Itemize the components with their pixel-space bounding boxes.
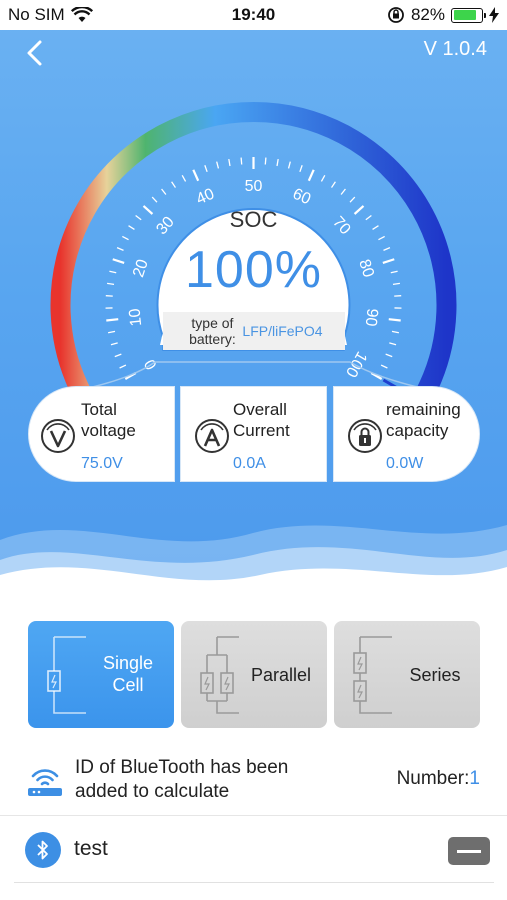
soc-value: 100% <box>185 241 322 299</box>
device-name: test <box>74 837 108 860</box>
gauge-tick-label: 40 <box>194 186 217 209</box>
gauge-tick-label: 60 <box>290 186 313 209</box>
gauge-minor-tick <box>110 342 118 346</box>
total-voltage-title: Total voltage <box>81 400 136 440</box>
bluetooth-info-text: ID of BlueTooth has been added to calcul… <box>75 757 289 802</box>
gauge-minor-tick <box>389 342 397 346</box>
gauge-minor-tick <box>349 196 356 203</box>
gauge-minor-tick <box>216 161 220 169</box>
gauge-minor-tick <box>264 157 267 165</box>
remaining-capacity-title: remaining capacity <box>386 400 461 440</box>
divider <box>14 882 494 883</box>
gauge-minor-tick <box>114 353 122 358</box>
gauge-tick-label: 10 <box>126 308 145 328</box>
gauge-minor-tick <box>204 165 208 173</box>
voltage-icon <box>41 419 75 453</box>
gauge-major-tick <box>388 318 401 322</box>
status-bar: No SIM 19:40 82% <box>0 0 507 30</box>
gauge-minor-tick <box>151 196 158 203</box>
battery-percent: 82% <box>410 5 445 24</box>
series-label: Series <box>409 665 461 685</box>
gauge-minor-tick <box>119 364 127 369</box>
gauge-minor-tick <box>240 157 243 165</box>
current-icon <box>195 419 229 453</box>
stats-row: Total voltage 75.0V Overall Current 0.0A… <box>28 386 480 482</box>
gauge-major-tick <box>307 169 315 182</box>
gauge-minor-tick <box>171 181 177 188</box>
gauge-minor-tick <box>276 158 279 167</box>
parallel-button[interactable]: Parallel <box>181 621 327 728</box>
bluetooth-count: Number:1 <box>397 768 480 790</box>
single-cell-label: Single Cell <box>102 653 154 695</box>
gauge-minor-tick <box>161 188 167 195</box>
total-voltage-card: Total voltage 75.0V <box>28 386 175 482</box>
series-button[interactable]: Series <box>334 621 480 728</box>
battery-type-value[interactable]: LFP/liFePO4 <box>242 323 322 339</box>
gauge-major-tick <box>106 318 119 322</box>
gauge-minor-tick <box>340 188 346 195</box>
gauge-minor-tick <box>320 174 326 182</box>
remaining-capacity-card: remaining capacity 0.0W <box>333 386 480 482</box>
single-cell-button[interactable]: Single Cell <box>28 621 174 728</box>
gauge-minor-tick <box>391 330 400 334</box>
connection-mode-selector: Single Cell Parallel Series <box>28 621 480 728</box>
gauge-minor-tick <box>380 364 388 369</box>
gauge-minor-tick <box>385 353 393 358</box>
charging-bolt-icon <box>489 7 499 23</box>
gauge-major-tick <box>192 169 200 182</box>
remove-device-button[interactable] <box>448 837 490 865</box>
gauge-minor-tick <box>287 161 291 169</box>
wave-decoration <box>0 525 507 620</box>
battery-icon <box>451 7 486 23</box>
parallel-label: Parallel <box>250 665 312 685</box>
gauge-minor-tick <box>228 158 231 167</box>
version-label: V 1.0.4 <box>423 38 487 60</box>
overall-current-value: 0.0A <box>233 455 266 472</box>
gauge-minor-tick <box>299 165 303 173</box>
remaining-capacity-value: 0.0W <box>386 455 424 472</box>
gauge-tick-label: 90 <box>362 308 381 328</box>
gauge-tick-label: 50 <box>245 178 263 195</box>
bluetooth-info-row: ID of BlueTooth has been added to calcul… <box>0 748 507 808</box>
capacity-lock-icon <box>348 419 382 453</box>
router-icon <box>28 769 62 796</box>
gauge-minor-tick <box>181 174 187 182</box>
orientation-lock-icon <box>388 7 404 23</box>
battery-type-selector[interactable]: type of battery: LFP/liFePO4 <box>163 312 345 350</box>
battery-type-label: type of battery: <box>189 315 236 347</box>
overall-current-title: Overall Current <box>233 400 290 440</box>
gauge-minor-tick <box>107 330 116 334</box>
number-label: Number: <box>396 768 470 789</box>
gauge-minor-tick <box>330 181 336 188</box>
bluetooth-icon <box>25 832 61 868</box>
soc-label: SOC <box>229 207 278 232</box>
device-list-item[interactable]: test <box>0 816 507 882</box>
overall-current-card: Overall Current 0.0A <box>180 386 327 482</box>
number-value: 1 <box>469 768 480 789</box>
total-voltage-value: 75.0V <box>81 455 123 472</box>
gauge-tick-label: 100 <box>342 348 370 380</box>
